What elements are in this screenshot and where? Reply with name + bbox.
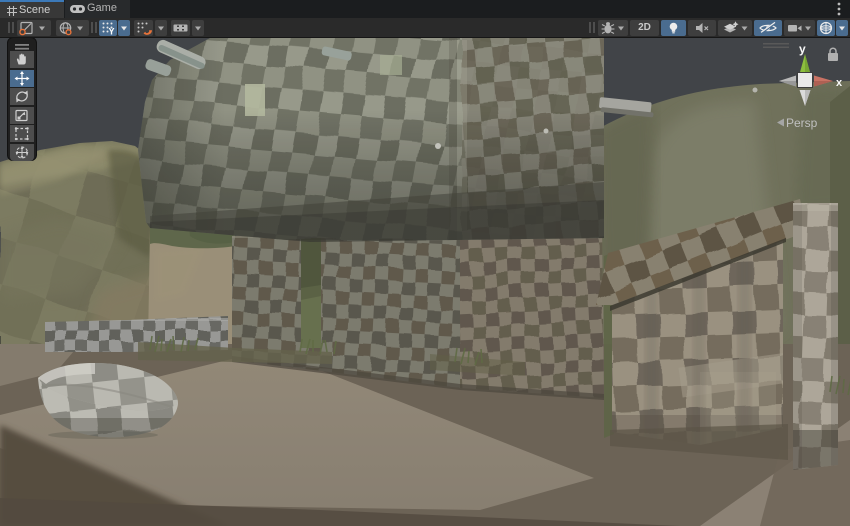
svg-text:Y: Y bbox=[109, 27, 115, 37]
